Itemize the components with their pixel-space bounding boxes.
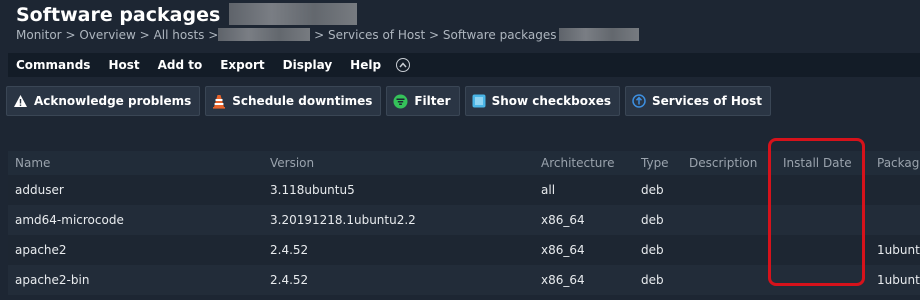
show-checkboxes-label: Show checkboxes [491, 94, 612, 108]
checkbox-icon [472, 94, 486, 108]
redacted-service [558, 28, 639, 41]
menu-host[interactable]: Host [99, 58, 148, 72]
action-toolbar: Acknowledge problems Schedule downtimes … [6, 86, 772, 116]
cell-version: 3.20191218.1ubuntu2.2 [263, 205, 534, 235]
table-row: adduser 3.118ubuntu5 all deb [8, 175, 920, 205]
cell-version: 2.4.52 [263, 235, 534, 265]
cell-type: deb [634, 265, 682, 295]
filter-icon [393, 94, 408, 109]
show-checkboxes-button[interactable]: Show checkboxes [464, 86, 621, 116]
cell-version: 2.4.52 [263, 265, 534, 295]
breadcrumb-overview[interactable]: Overview [79, 28, 136, 42]
cell-package: 1ubuntu [870, 265, 920, 295]
arrow-up-circle-icon [632, 94, 646, 108]
cell-architecture: x86_64 [534, 235, 634, 265]
menu-display[interactable]: Display [274, 58, 341, 72]
column-header-version[interactable]: Version [263, 151, 534, 175]
menu-add-to[interactable]: Add to [149, 58, 212, 72]
schedule-downtimes-button[interactable]: Schedule downtimes [205, 86, 382, 116]
cell-description [682, 175, 776, 205]
acknowledge-problems-label: Acknowledge problems [34, 94, 192, 108]
services-of-host-label: Services of Host [652, 94, 763, 108]
software-packages-table: Name Version Architecture Type Descripti… [8, 151, 920, 295]
cell-version: 3.118ubuntu5 [263, 175, 534, 205]
acknowledge-problems-button[interactable]: Acknowledge problems [6, 86, 201, 116]
cell-name: apache2-bin [8, 265, 263, 295]
breadcrumb-monitor[interactable]: Monitor [16, 28, 62, 42]
cell-package: 1ubuntu [870, 235, 920, 265]
services-of-host-button[interactable]: Services of Host [625, 86, 772, 116]
cell-name: adduser [8, 175, 263, 205]
cell-name: amd64-microcode [8, 205, 263, 235]
page-header: Software packages Monitor > Overview > A… [0, 0, 920, 48]
table-row: amd64-microcode 3.20191218.1ubuntu2.2 x8… [8, 205, 920, 235]
cell-package [870, 175, 920, 205]
cell-name: apache2 [8, 235, 263, 265]
cell-architecture: x86_64 [534, 205, 634, 235]
chevron-up-icon[interactable] [396, 58, 411, 72]
menu-export[interactable]: Export [211, 58, 273, 72]
column-header-name[interactable]: Name [8, 151, 263, 175]
table-row: apache2-bin 2.4.52 x86_64 deb 1ubuntu [8, 265, 920, 295]
breadcrumb-separator: > [314, 28, 325, 42]
page-title-text: Software packages [16, 4, 221, 26]
table-row: apache2 2.4.52 x86_64 deb 1ubuntu [8, 235, 920, 265]
breadcrumb-software-packages[interactable]: Software packages [443, 28, 557, 42]
column-header-package[interactable]: Packag [870, 151, 920, 175]
redacted-host [218, 28, 311, 41]
column-header-description[interactable]: Description [682, 151, 776, 175]
traffic-cone-icon [212, 94, 226, 109]
filter-button[interactable]: Filter [386, 86, 460, 116]
cell-package [870, 205, 920, 235]
cell-type: deb [634, 175, 682, 205]
cell-description [682, 235, 776, 265]
breadcrumb: Monitor > Overview > All hosts > > Servi… [16, 28, 639, 42]
breadcrumb-separator: > [139, 28, 150, 42]
menu-bar: Commands Host Add to Export Display Help [8, 53, 920, 77]
column-header-install-date[interactable]: Install Date [776, 151, 870, 175]
filter-label: Filter [414, 94, 451, 108]
breadcrumb-separator: > [428, 28, 440, 42]
column-header-type[interactable]: Type [634, 151, 682, 175]
cell-description [682, 265, 776, 295]
breadcrumb-separator: > [65, 28, 76, 42]
warning-icon [13, 94, 28, 108]
page-title: Software packages [16, 2, 357, 27]
cell-type: deb [634, 205, 682, 235]
cell-architecture: x86_64 [534, 265, 634, 295]
cell-install-date [776, 175, 870, 205]
column-header-architecture[interactable]: Architecture [534, 151, 634, 175]
breadcrumb-services-of-host[interactable]: Services of Host [328, 28, 425, 42]
cell-install-date [776, 265, 870, 295]
cell-type: deb [634, 235, 682, 265]
menu-help[interactable]: Help [341, 58, 390, 72]
cell-architecture: all [534, 175, 634, 205]
redacted-hostname [228, 2, 357, 25]
breadcrumb-separator: > [208, 28, 219, 42]
schedule-downtimes-label: Schedule downtimes [232, 94, 373, 108]
cell-description [682, 205, 776, 235]
menu-commands[interactable]: Commands [8, 58, 99, 72]
cell-install-date [776, 205, 870, 235]
cell-install-date [776, 235, 870, 265]
table-header-row: Name Version Architecture Type Descripti… [8, 151, 920, 175]
breadcrumb-all-hosts[interactable]: All hosts [154, 28, 205, 42]
